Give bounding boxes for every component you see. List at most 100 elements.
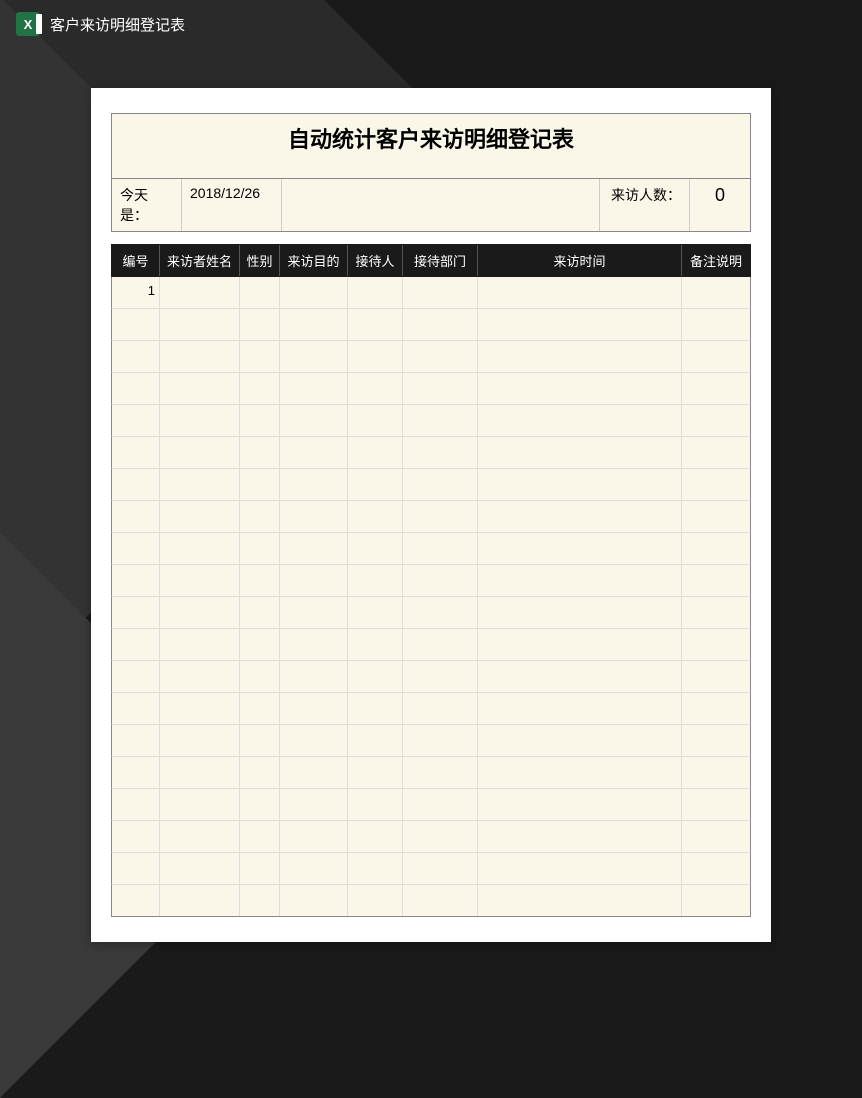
cell-receiver: [348, 853, 403, 884]
cell-purpose: [280, 597, 348, 628]
cell-gender: [240, 277, 280, 308]
table-row: [111, 565, 751, 597]
cell-gender: [240, 821, 280, 852]
cell-dept: [403, 533, 478, 564]
cell-purpose: [280, 437, 348, 468]
cell-time: [478, 789, 682, 820]
cell-dept: [403, 853, 478, 884]
cell-num: [112, 597, 160, 628]
table-row: [111, 341, 751, 373]
cell-purpose: [280, 629, 348, 660]
cell-gender: [240, 725, 280, 756]
cell-purpose: [280, 853, 348, 884]
cell-purpose: [280, 533, 348, 564]
cell-dept: [403, 341, 478, 372]
cell-purpose: [280, 789, 348, 820]
cell-time: [478, 341, 682, 372]
cell-gender: [240, 629, 280, 660]
cell-purpose: [280, 885, 348, 916]
table-row: [111, 853, 751, 885]
cell-gender: [240, 373, 280, 404]
cell-receiver: [348, 533, 403, 564]
cell-dept: [403, 501, 478, 532]
table-body: 1: [111, 277, 751, 917]
cell-dept: [403, 629, 478, 660]
cell-gender: [240, 533, 280, 564]
col-header-receiver: 接待人: [348, 245, 403, 276]
cell-receiver: [348, 277, 403, 308]
cell-purpose: [280, 821, 348, 852]
info-row: 今天是： 2018/12/26 来访人数： 0: [111, 178, 751, 232]
cell-dept: [403, 885, 478, 916]
cell-dept: [403, 725, 478, 756]
cell-time: [478, 277, 682, 308]
cell-gender: [240, 341, 280, 372]
cell-name: [160, 309, 240, 340]
cell-gender: [240, 405, 280, 436]
cell-num: [112, 853, 160, 884]
cell-name: [160, 885, 240, 916]
today-label: 今天是：: [112, 179, 182, 231]
cell-name: [160, 789, 240, 820]
cell-receiver: [348, 341, 403, 372]
cell-dept: [403, 693, 478, 724]
cell-name: [160, 725, 240, 756]
cell-gender: [240, 565, 280, 596]
cell-dept: [403, 309, 478, 340]
table-row: [111, 757, 751, 789]
info-gap: [282, 179, 600, 231]
col-header-num: 编号: [112, 245, 160, 276]
table-row: [111, 469, 751, 501]
cell-name: [160, 405, 240, 436]
cell-num: [112, 501, 160, 532]
cell-receiver: [348, 501, 403, 532]
cell-time: [478, 885, 682, 916]
cell-num: [112, 373, 160, 404]
table-row: [111, 309, 751, 341]
cell-num: [112, 661, 160, 692]
cell-purpose: [280, 725, 348, 756]
cell-name: [160, 597, 240, 628]
document-title: 自动统计客户来访明细登记表: [111, 113, 751, 166]
cell-name: [160, 277, 240, 308]
cell-time: [478, 821, 682, 852]
cell-purpose: [280, 373, 348, 404]
cell-name: [160, 661, 240, 692]
col-header-purpose: 来访目的: [280, 245, 348, 276]
cell-name: [160, 821, 240, 852]
cell-gender: [240, 597, 280, 628]
cell-receiver: [348, 469, 403, 500]
cell-receiver: [348, 789, 403, 820]
cell-num: [112, 725, 160, 756]
col-header-name: 来访者姓名: [160, 245, 240, 276]
cell-name: [160, 533, 240, 564]
cell-dept: [403, 437, 478, 468]
cell-num: [112, 469, 160, 500]
file-title: 客户来访明细登记表: [50, 14, 185, 35]
cell-name: [160, 565, 240, 596]
table-row: [111, 821, 751, 853]
cell-num: [112, 533, 160, 564]
col-header-gender: 性别: [240, 245, 280, 276]
cell-time: [478, 757, 682, 788]
cell-purpose: [280, 341, 348, 372]
document-preview: 自动统计客户来访明细登记表 今天是： 2018/12/26 来访人数： 0 编号…: [91, 88, 771, 942]
cell-gender: [240, 437, 280, 468]
cell-gender: [240, 757, 280, 788]
cell-num: [112, 309, 160, 340]
table-row: [111, 885, 751, 917]
cell-note: [682, 821, 750, 852]
cell-num: [112, 565, 160, 596]
col-header-time: 来访时间: [478, 245, 682, 276]
cell-note: [682, 373, 750, 404]
cell-time: [478, 629, 682, 660]
cell-name: [160, 373, 240, 404]
cell-receiver: [348, 373, 403, 404]
cell-num: [112, 757, 160, 788]
cell-name: [160, 757, 240, 788]
cell-name: [160, 341, 240, 372]
cell-time: [478, 469, 682, 500]
cell-time: [478, 501, 682, 532]
cell-time: [478, 309, 682, 340]
cell-dept: [403, 821, 478, 852]
